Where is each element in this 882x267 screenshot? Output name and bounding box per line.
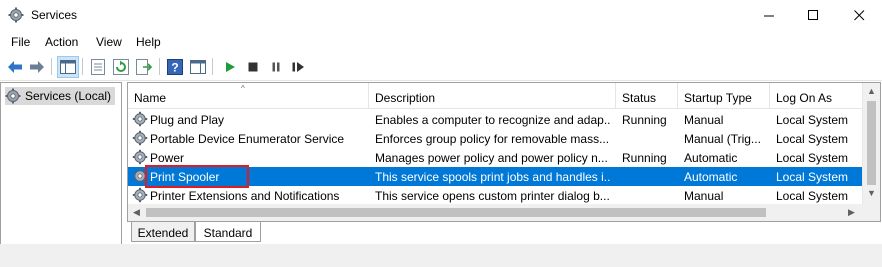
service-status-cell: Running [622,113,667,127]
console-tree: Services (Local) [0,82,122,267]
services-gear-icon [5,88,21,104]
vertical-scrollbar[interactable]: ▲ ▼ [862,83,880,204]
column-header-status[interactable]: Status [616,83,678,109]
export-list-button[interactable] [133,56,155,78]
back-icon [8,61,22,73]
console-tree-icon [60,60,76,74]
menu-bar: File Action View Help [0,31,882,53]
tab-extended[interactable]: Extended [131,222,195,242]
stop-service-icon [248,62,258,72]
service-startup-cell: Manual (Trig... [684,132,761,146]
minimize-icon [763,15,774,17]
service-status-cell: Running [622,151,667,165]
service-logon-cell: Local System [776,189,849,203]
service-description-cell: Manages power policy and power policy n.… [375,151,608,165]
vertical-scroll-thumb[interactable] [867,101,876,185]
refresh-icon [113,59,129,75]
back-button[interactable] [4,56,26,78]
service-row[interactable]: Portable Device Enumerator Service Enforc… [128,129,862,148]
service-logon-cell: Local System [776,170,849,184]
service-startup-cell: Manual [684,189,724,203]
properties-icon [91,59,105,75]
stop-service-button[interactable] [242,56,264,78]
column-header-log-on-as[interactable]: Log On As [770,83,862,109]
service-gear-icon [132,149,148,165]
close-icon [853,10,864,21]
tree-item-services-local[interactable]: Services (Local) [5,87,115,105]
service-row[interactable]: Print Spooler This service spools print j… [128,165,862,188]
services-list: Name ^ Description Status Startup Type L… [127,82,881,222]
menu-action[interactable]: Action [45,35,78,49]
window-title: Services [31,8,78,22]
pause-service-icon [272,62,280,72]
service-row[interactable]: Printer Extensions and Notifications This… [128,186,862,205]
service-row[interactable]: Plug and Play Enables a computer to recog… [128,110,862,129]
restart-service-icon [292,62,304,72]
service-gear-icon [132,130,148,146]
show-action-pane-button[interactable] [187,56,209,78]
view-tabs: Extended Standard [127,222,881,244]
start-service-icon [226,62,235,72]
help-icon: ? [167,59,183,75]
start-service-button[interactable] [219,56,241,78]
service-description-cell: This service spools print jobs and handl… [375,170,611,184]
restart-service-button[interactable] [287,56,309,78]
column-header-description[interactable]: Description [369,83,616,109]
service-logon-cell: Local System [776,151,849,165]
scroll-left-icon[interactable]: ◀ [133,207,140,218]
service-name-cell: Power [150,151,185,165]
service-startup-cell: Manual [684,113,724,127]
service-description-cell: This service opens custom printer dialog… [375,189,610,203]
service-startup-cell: Automatic [684,170,738,184]
menu-file[interactable]: File [11,35,30,49]
service-name-cell: Printer Extensions and Notifications [150,189,340,203]
horizontal-scroll-thumb[interactable] [146,208,766,217]
close-button[interactable] [836,0,882,31]
refresh-button[interactable] [110,56,132,78]
services-gear-icon [8,7,24,23]
service-logon-cell: Local System [776,132,849,146]
export-list-icon [136,59,152,75]
minimize-button[interactable] [746,0,792,31]
column-header: Name ^ Description Status Startup Type L… [128,83,862,109]
show-hide-console-tree-button[interactable] [57,56,79,78]
properties-button[interactable] [87,56,109,78]
service-description-cell: Enables a computer to recognize and adap… [375,113,611,127]
tree-item-label: Services (Local) [25,89,112,103]
help-button[interactable]: ? [164,56,186,78]
toolbar: ? [0,53,882,81]
service-description-cell: Enforces group policy for removable mass… [375,132,610,146]
column-header-name[interactable]: Name [128,83,369,109]
highlight-box [145,165,249,188]
tab-standard[interactable]: Standard [195,222,261,242]
scroll-down-icon[interactable]: ▼ [867,188,876,198]
service-name-cell: Plug and Play [150,113,225,127]
pause-service-button[interactable] [265,56,287,78]
svg-text:?: ? [171,61,178,75]
status-area [0,244,882,267]
maximize-icon [807,10,818,20]
forward-button[interactable] [26,56,48,78]
service-name-cell: Portable Device Enumerator Service [150,132,345,146]
service-gear-icon [132,187,148,203]
column-header-startup-type[interactable]: Startup Type [678,83,770,109]
title-bar: Services [0,0,882,31]
menu-view[interactable]: View [96,35,122,49]
service-gear-icon [132,111,148,127]
horizontal-scrollbar[interactable]: ◀ ▶ [128,204,862,221]
forward-icon [30,61,44,73]
scrollbar-corner [862,204,880,221]
scroll-up-icon[interactable]: ▲ [867,86,876,96]
service-startup-cell: Automatic [684,151,738,165]
service-logon-cell: Local System [776,113,849,127]
menu-help[interactable]: Help [136,35,161,49]
sort-ascending-icon: ^ [241,84,245,93]
action-pane-icon [190,60,206,74]
maximize-button[interactable] [790,0,836,31]
scroll-right-icon[interactable]: ▶ [848,207,855,218]
